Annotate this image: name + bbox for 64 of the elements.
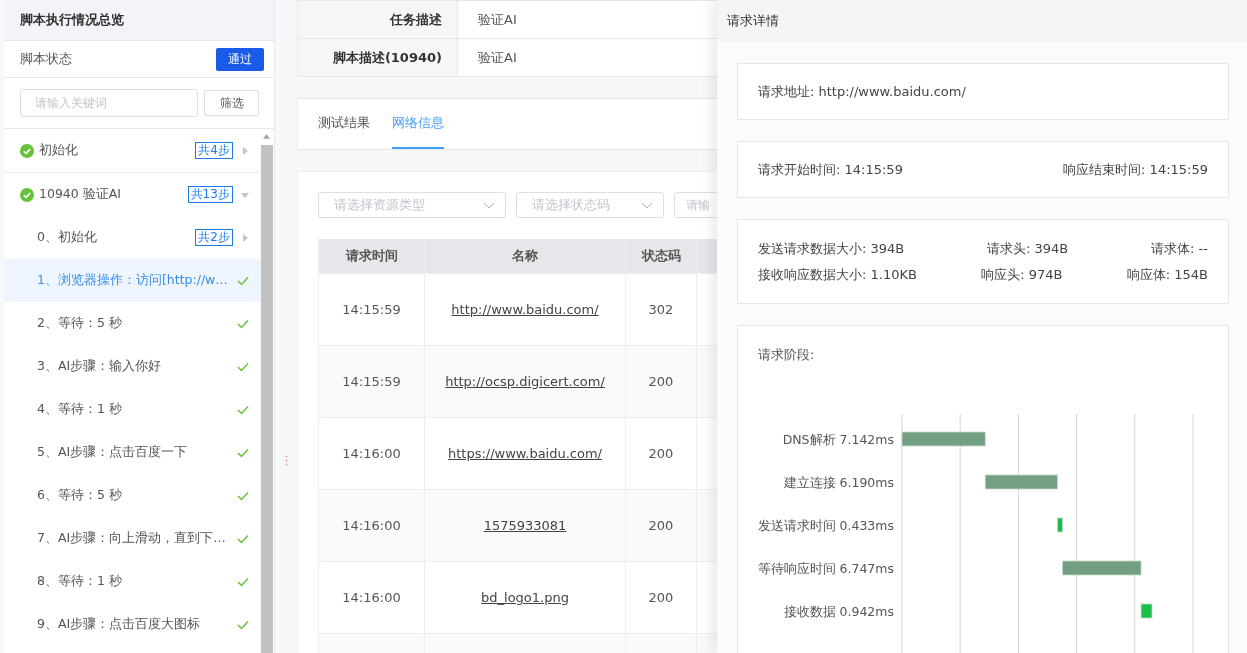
tree-item[interactable]: 0、初始化 共2步 <box>4 216 261 259</box>
request-link[interactable]: http://ocsp.digicert.com/ <box>445 374 605 389</box>
size-text: 请求体: -- <box>1151 239 1208 258</box>
chevron-down-icon <box>483 201 495 209</box>
tree-item[interactable]: 9、AI步骤：点击百度大图标 <box>4 603 261 646</box>
column-header: 请求时间 <box>319 239 425 273</box>
table-cell: 14:16:00 <box>342 446 401 461</box>
step-count-badge: 共2步 <box>195 229 233 246</box>
phase-label: 建立连接 6.190ms <box>783 475 894 490</box>
scroll-up-icon[interactable] <box>263 134 271 139</box>
table-cell-text: 验证AI <box>477 48 517 67</box>
table-cell: 任务描述 <box>298 1 458 38</box>
tree-item[interactable]: 8、等待：1 秒 <box>4 560 261 603</box>
tree-item[interactable]: 4、等待：1 秒 <box>4 388 261 431</box>
size-text: 接收响应数据大小: 1.10KB <box>758 265 917 284</box>
request-link[interactable]: bd_logo1.png <box>481 590 569 605</box>
table-cell: 302 <box>648 302 674 317</box>
keyword-search-field[interactable]: 请输入关键词 <box>20 89 198 117</box>
table-cell: 脚本描述(10940) <box>298 39 458 76</box>
filter-button[interactable]: 筛选 <box>204 90 259 116</box>
phase-label: 接收数据 0.942ms <box>783 604 894 619</box>
tree-item[interactable]: 3、AI步骤：输入你好 <box>4 345 261 388</box>
end-time: 响应结束时间: 14:15:59 <box>1063 160 1208 179</box>
size-text: 响应体: 154B <box>1126 265 1208 284</box>
tree-item[interactable]: 10940 验证AI 共13步 <box>4 173 261 216</box>
sidebar-title: 脚本执行情况总览 <box>20 11 124 29</box>
tree-item[interactable]: 7、AI步骤：向上滑动，直到下… <box>4 517 261 560</box>
table-cell: 14:15:59 <box>342 302 401 317</box>
phase-label: DNS解析 7.142ms <box>782 432 894 447</box>
table-cell: 14:16:00 <box>342 518 401 533</box>
chevron-down-icon <box>641 201 653 209</box>
start-time: 请求开始时间: 14:15:59 <box>758 160 903 179</box>
drawer-title: 请求详情 <box>727 12 779 30</box>
size-text: 请求头: 394B <box>987 239 1069 258</box>
tree-item[interactable]: 6、等待：5 秒 <box>4 474 261 517</box>
request-link[interactable]: 1575933081 <box>483 518 567 533</box>
column-header: 名称 <box>425 239 626 273</box>
size-text: 响应头: 974B <box>981 265 1063 284</box>
phase-label: 等待响应时间 6.747ms <box>757 561 894 576</box>
table-cell: 14:15:59 <box>342 374 401 389</box>
drag-handle-icon[interactable] <box>284 455 288 466</box>
table-cell: 200 <box>648 446 674 461</box>
table-cell: 14:16:00 <box>342 590 401 605</box>
request-url: 请求地址: http://www.baidu.com/ <box>758 82 966 101</box>
table-cell: 200 <box>648 590 674 605</box>
tree-item[interactable]: 5、AI步骤：点击百度一下 <box>4 431 261 474</box>
table-cell: 200 <box>648 374 674 389</box>
step-count-badge: 共13步 <box>187 186 233 203</box>
status-badge: 通过 <box>216 47 264 71</box>
request-link[interactable]: http://www.baidu.com/ <box>451 302 599 317</box>
size-text: 发送请求数据大小: 394B <box>758 239 905 258</box>
phase-bar <box>1056 517 1063 533</box>
tab[interactable]: 测试结果 <box>318 99 370 149</box>
request-link[interactable]: https://www.baidu.com/ <box>447 446 602 461</box>
phase-label: 发送请求时间 0.433ms <box>757 518 894 533</box>
phases-title: 请求阶段: <box>758 346 816 364</box>
phase-bar <box>1140 603 1153 619</box>
table-cell: 200 <box>648 518 674 533</box>
column-header: 状态码 <box>626 239 697 273</box>
tree-item[interactable]: 初始化 共4步 <box>4 129 261 173</box>
step-count-badge: 共4步 <box>195 142 233 159</box>
tree-item[interactable]: 2、等待：5 秒 <box>4 302 261 345</box>
status-label: 脚本状态 <box>20 50 72 68</box>
table-cell-text: 验证AI <box>477 10 517 29</box>
